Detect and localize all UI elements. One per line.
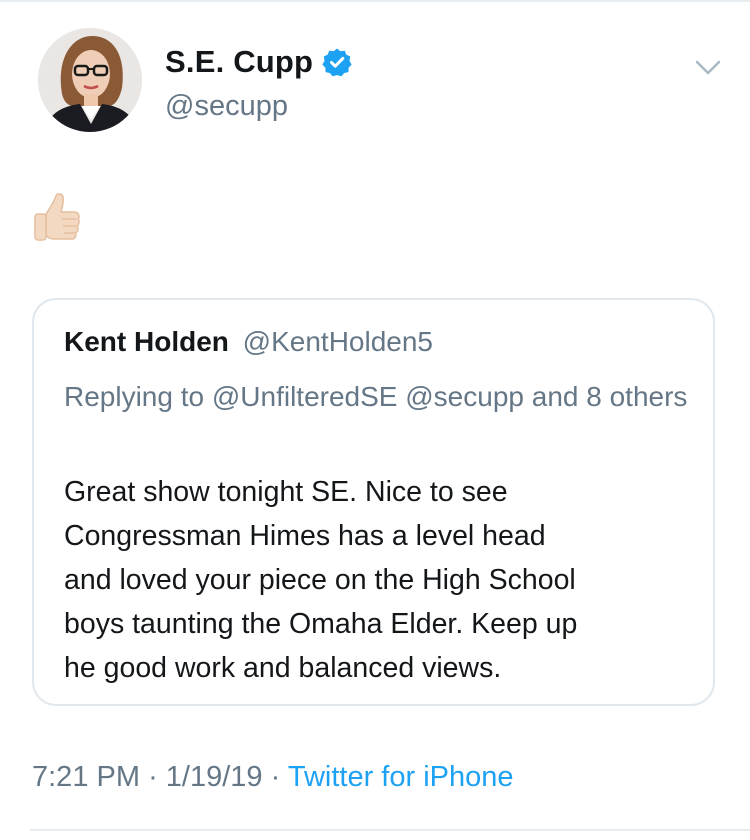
quoted-tweet-card[interactable]: Kent Holden @KentHolden5 Replying to @Un… bbox=[32, 298, 715, 706]
author-handle[interactable]: @secupp bbox=[165, 87, 288, 125]
quoted-author-handle: @KentHolden5 bbox=[242, 326, 433, 357]
author-display-name[interactable]: S.E. Cupp bbox=[165, 42, 352, 82]
tweet-time: 7:21 PM bbox=[32, 761, 140, 793]
meta-separator: · bbox=[270, 761, 281, 793]
quoted-text-line: boys taunting the Omaha Elder. Keep up bbox=[64, 608, 578, 640]
quoted-author[interactable]: Kent Holden @KentHolden5 bbox=[64, 323, 433, 361]
chevron-down-icon[interactable] bbox=[694, 58, 722, 78]
quoted-author-name: Kent Holden bbox=[64, 326, 229, 357]
quoted-tweet-text: Great show tonight SE. Nice to see Congr… bbox=[64, 470, 704, 690]
quoted-text-line: he good work and balanced views. bbox=[64, 652, 502, 684]
quoted-text-line: Great show tonight SE. Nice to see bbox=[64, 476, 508, 508]
reply-context: Replying to @UnfilteredSE @secupp and 8 … bbox=[64, 381, 688, 412]
author-name-text: S.E. Cupp bbox=[165, 44, 314, 79]
tweet-source-link[interactable]: Twitter for iPhone bbox=[288, 761, 514, 793]
tweet-metadata: 7:21 PM · 1/19/19 · Twitter for iPhone bbox=[32, 758, 514, 796]
quoted-text-line: Congressman Himes has a level head bbox=[64, 520, 546, 552]
thumbs-up-icon bbox=[32, 192, 82, 244]
avatar[interactable] bbox=[38, 28, 142, 132]
meta-separator: · bbox=[148, 761, 158, 793]
verified-badge-icon bbox=[322, 47, 352, 77]
top-divider bbox=[0, 0, 750, 2]
quoted-text-line: and loved your piece on the High School bbox=[64, 564, 576, 596]
tweet-date: 1/19/19 bbox=[165, 761, 263, 793]
bottom-divider bbox=[30, 829, 750, 831]
